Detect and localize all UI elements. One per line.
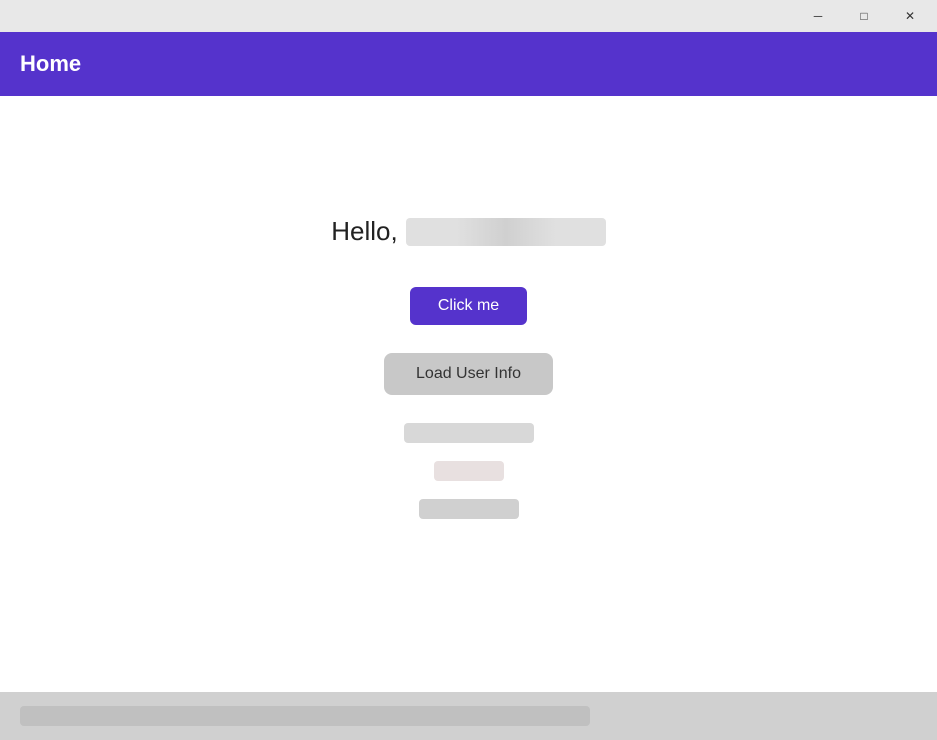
app-title: Home [20,51,81,77]
app-window: Home Hello, Click me Load User Info [0,32,937,740]
title-bar: ─ □ ✕ [0,0,937,32]
bottom-bar-content [20,706,590,726]
maximize-button[interactable]: □ [841,0,887,32]
username-placeholder [406,218,606,246]
bottom-bar [0,692,937,740]
skeleton-placeholder-small [434,461,504,481]
load-user-button[interactable]: Load User Info [384,353,553,395]
window-controls: ─ □ ✕ [795,0,933,32]
click-me-button[interactable]: Click me [410,287,527,325]
app-header: Home [0,32,937,96]
skeleton-placeholder-wide [404,423,534,443]
skeleton-placeholder-medium [419,499,519,519]
hello-text: Hello, [331,216,397,247]
main-content: Hello, Click me Load User Info [0,96,937,740]
close-button[interactable]: ✕ [887,0,933,32]
hello-row: Hello, [331,216,605,247]
minimize-button[interactable]: ─ [795,0,841,32]
